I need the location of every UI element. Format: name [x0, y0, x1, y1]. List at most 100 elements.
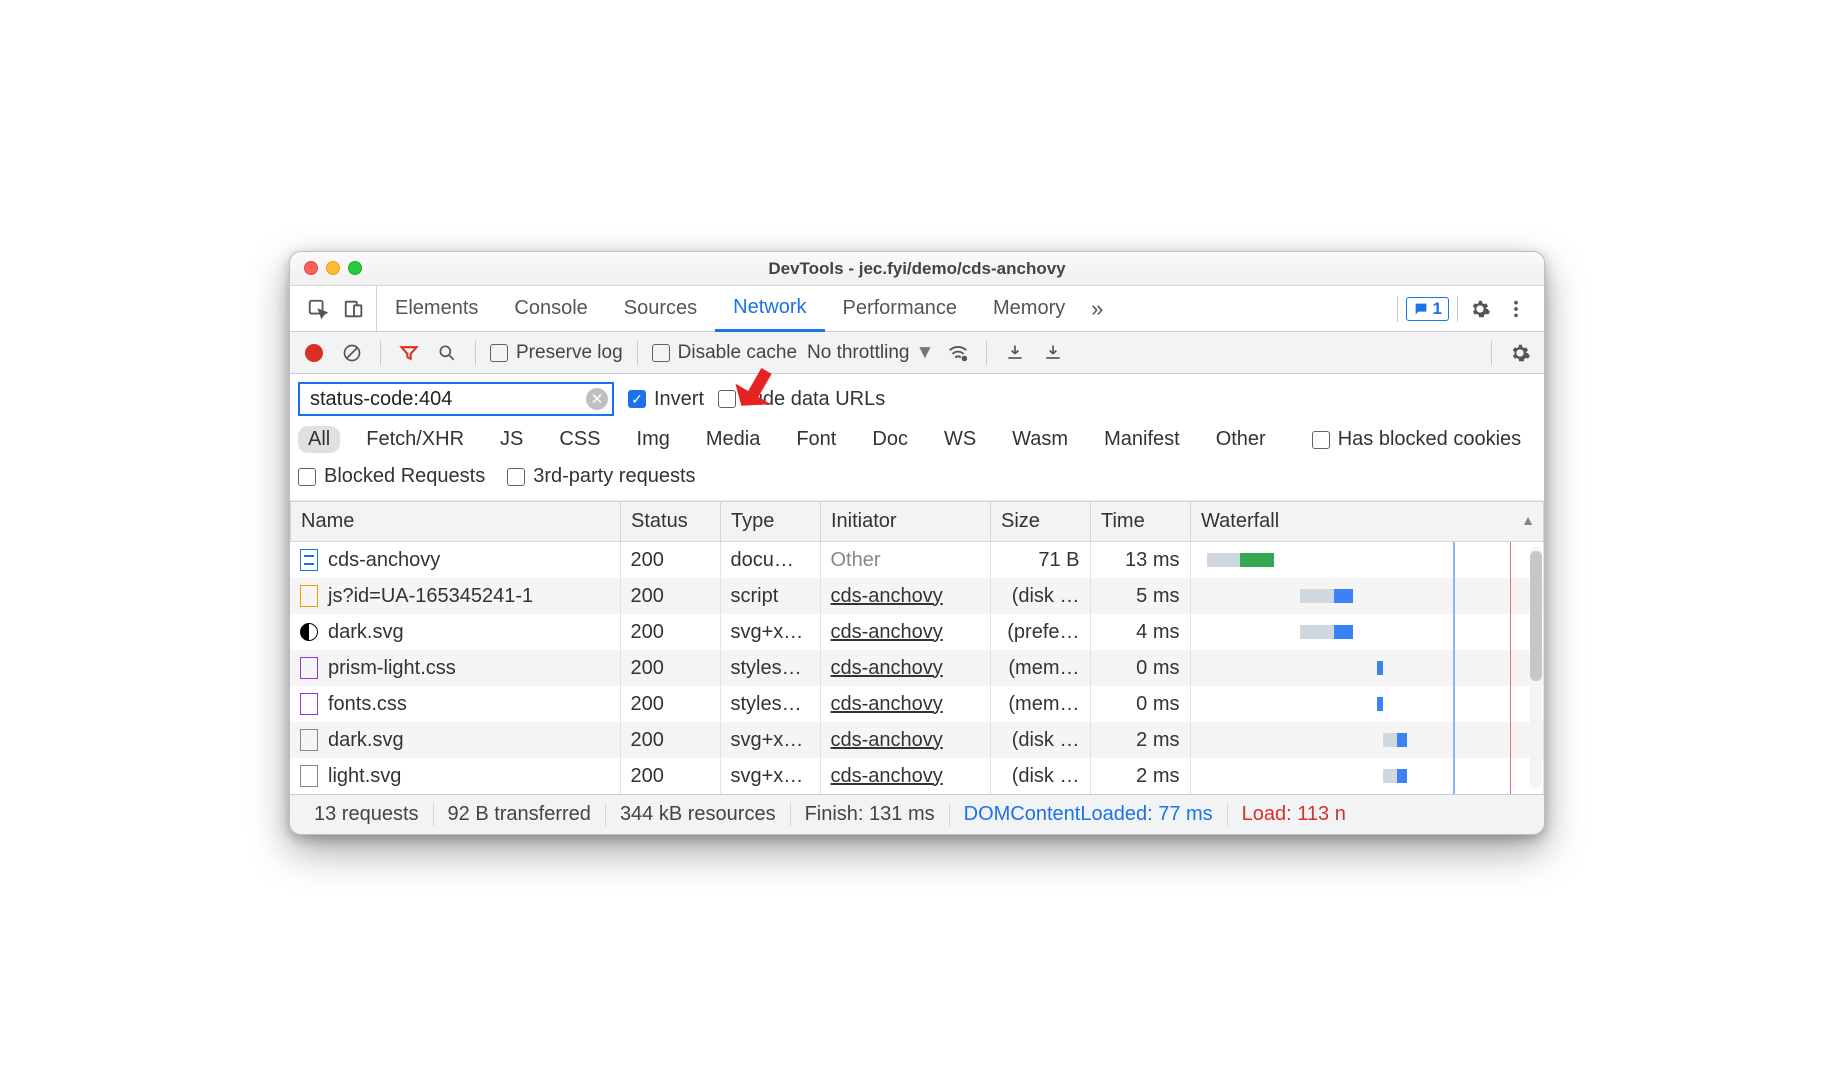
tab-performance[interactable]: Performance	[825, 286, 976, 331]
type-cell: script	[720, 578, 820, 614]
column-name[interactable]: Name	[291, 502, 621, 542]
time-cell: 0 ms	[1090, 686, 1190, 722]
column-size[interactable]: Size	[991, 502, 1091, 542]
size-cell: (mem…	[990, 686, 1090, 722]
tab-console[interactable]: Console	[496, 286, 605, 331]
request-name: js?id=UA-165345241-1	[328, 585, 533, 608]
type-filter-media[interactable]: Media	[696, 426, 770, 453]
kebab-menu-icon[interactable]	[1502, 295, 1530, 323]
table-row[interactable]: cds-anchovy200docu…Other71 B13 ms	[290, 542, 1544, 578]
initiator-cell: cds-anchovy	[820, 578, 990, 614]
initiator-link[interactable]: cds-anchovy	[831, 657, 943, 679]
waterfall-cell	[1190, 650, 1544, 686]
invert-checkbox[interactable]: ✓ Invert	[628, 388, 704, 411]
table-row[interactable]: js?id=UA-165345241-1200scriptcds-anchovy…	[290, 578, 1544, 614]
column-initiator[interactable]: Initiator	[821, 502, 991, 542]
type-filter-js[interactable]: JS	[490, 426, 533, 453]
close-window-button[interactable]	[304, 261, 318, 275]
third-party-label: 3rd-party requests	[533, 465, 695, 488]
footer-finish: Finish: 131 ms	[791, 803, 950, 826]
status-bar: 13 requests 92 B transferred 344 kB reso…	[290, 794, 1544, 834]
preserve-log-checkbox[interactable]: Preserve log	[490, 342, 623, 364]
filter-toggle-icon[interactable]	[395, 339, 423, 367]
disable-cache-checkbox[interactable]: Disable cache	[652, 342, 797, 364]
third-party-checkbox[interactable]: 3rd-party requests	[507, 465, 695, 488]
stylesheet-icon	[300, 693, 318, 715]
has-blocked-cookies-label: Has blocked cookies	[1338, 428, 1521, 451]
type-filter-manifest[interactable]: Manifest	[1094, 426, 1190, 453]
requests-table-wrap: NameStatusTypeInitiatorSizeTimeWaterfall…	[290, 501, 1544, 794]
network-settings-icon[interactable]	[1506, 339, 1534, 367]
type-filter-all[interactable]: All	[298, 426, 340, 453]
network-toolbar: Preserve log Disable cache No throttling…	[290, 332, 1544, 374]
script-icon	[300, 585, 318, 607]
type-filter-wasm[interactable]: Wasm	[1002, 426, 1078, 453]
network-conditions-icon[interactable]	[944, 339, 972, 367]
filter-input[interactable]	[308, 387, 586, 412]
footer-dcl: DOMContentLoaded: 77 ms	[950, 803, 1228, 826]
blocked-requests-checkbox[interactable]: Blocked Requests	[298, 465, 485, 488]
issues-badge[interactable]: 1	[1406, 297, 1449, 321]
initiator-link[interactable]: cds-anchovy	[831, 693, 943, 715]
tab-elements[interactable]: Elements	[377, 286, 496, 331]
filter-bar: ✕ ✓ Invert Hide data URLs All Fetch/XHR JS…	[290, 374, 1544, 501]
initiator-cell: cds-anchovy	[820, 722, 990, 758]
zoom-window-button[interactable]	[348, 261, 362, 275]
record-button[interactable]	[300, 339, 328, 367]
size-cell: (disk …	[990, 722, 1090, 758]
table-row[interactable]: prism-light.css200styles…cds-anchovy(mem…	[290, 650, 1544, 686]
import-har-icon[interactable]	[1001, 339, 1029, 367]
sort-indicator-icon: ▲	[1521, 512, 1535, 528]
column-waterfall[interactable]: Waterfall▲	[1191, 502, 1544, 542]
table-row[interactable]: dark.svg200svg+x…cds-anchovy(disk …2 ms	[290, 722, 1544, 758]
tab-network[interactable]: Network	[715, 286, 824, 332]
initiator-link[interactable]: cds-anchovy	[831, 621, 943, 643]
throttling-select[interactable]: No throttling ▼	[807, 342, 934, 364]
request-name: light.svg	[328, 765, 401, 788]
type-filter-other[interactable]: Other	[1206, 426, 1276, 453]
table-row[interactable]: light.svg200svg+x…cds-anchovy(disk …2 ms	[290, 758, 1544, 794]
invert-label: Invert	[654, 388, 704, 411]
initiator-link[interactable]: cds-anchovy	[831, 729, 943, 751]
clear-filter-icon[interactable]: ✕	[586, 388, 608, 410]
initiator-link[interactable]: cds-anchovy	[831, 765, 943, 787]
type-cell: svg+x…	[720, 758, 820, 794]
initiator-text: Other	[831, 549, 881, 571]
darkmode-icon	[300, 623, 318, 641]
table-row[interactable]: dark.svg200svg+x…cds-anchovy(prefe…4 ms	[290, 614, 1544, 650]
inspect-element-icon[interactable]	[304, 295, 332, 323]
status-cell: 200	[620, 614, 720, 650]
hide-data-urls-checkbox[interactable]: Hide data URLs	[718, 388, 885, 411]
more-panels-button[interactable]: »	[1083, 295, 1111, 323]
initiator-cell: cds-anchovy	[820, 650, 990, 686]
type-filter-css[interactable]: CSS	[549, 426, 610, 453]
column-status[interactable]: Status	[621, 502, 721, 542]
settings-icon[interactable]	[1466, 295, 1494, 323]
status-cell: 200	[620, 686, 720, 722]
type-filter-ws[interactable]: WS	[934, 426, 986, 453]
status-cell: 200	[620, 758, 720, 794]
tab-sources[interactable]: Sources	[606, 286, 715, 331]
time-cell: 5 ms	[1090, 578, 1190, 614]
window-controls	[304, 261, 362, 275]
search-icon[interactable]	[433, 339, 461, 367]
export-har-icon[interactable]	[1039, 339, 1067, 367]
device-toolbar-icon[interactable]	[340, 295, 368, 323]
devtools-window: DevTools - jec.fyi/demo/cds-anchovy Elem…	[289, 251, 1545, 835]
type-filter-img[interactable]: Img	[627, 426, 680, 453]
minimize-window-button[interactable]	[326, 261, 340, 275]
vertical-scrollbar[interactable]	[1530, 547, 1542, 788]
clear-button[interactable]	[338, 339, 366, 367]
waterfall-cell	[1190, 614, 1544, 650]
tab-memory[interactable]: Memory	[975, 286, 1083, 331]
has-blocked-cookies-checkbox[interactable]: Has blocked cookies	[1312, 428, 1521, 451]
type-filter-fetchxhr[interactable]: Fetch/XHR	[356, 426, 474, 453]
column-time[interactable]: Time	[1091, 502, 1191, 542]
preserve-log-label: Preserve log	[516, 342, 623, 364]
initiator-link[interactable]: cds-anchovy	[831, 585, 943, 607]
filter-input-wrap[interactable]: ✕	[298, 382, 614, 416]
column-type[interactable]: Type	[721, 502, 821, 542]
type-filter-doc[interactable]: Doc	[862, 426, 918, 453]
type-filter-font[interactable]: Font	[786, 426, 846, 453]
table-row[interactable]: fonts.css200styles…cds-anchovy(mem…0 ms	[290, 686, 1544, 722]
